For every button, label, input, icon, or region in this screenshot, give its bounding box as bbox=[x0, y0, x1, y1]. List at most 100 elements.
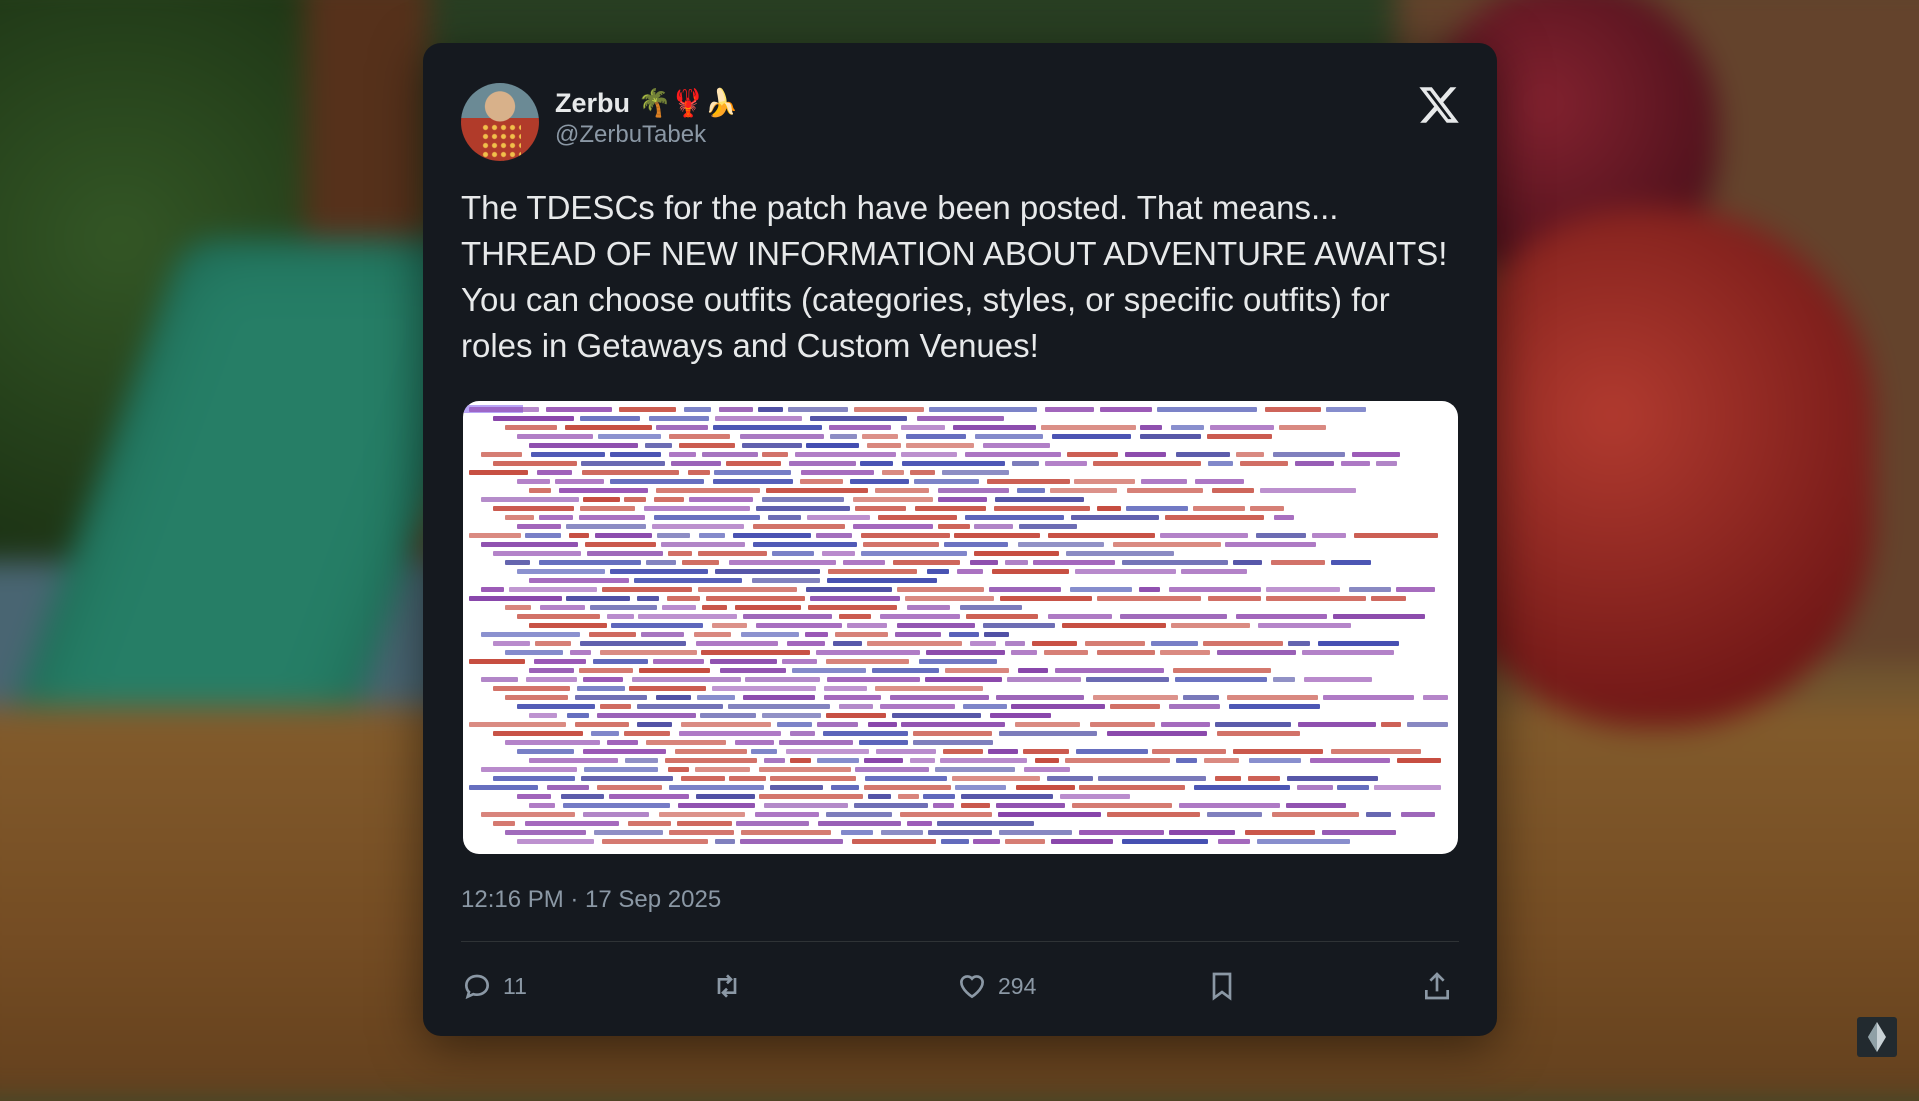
code-text-segment bbox=[944, 668, 1009, 673]
code-text-segment bbox=[1310, 758, 1391, 763]
code-text-segment bbox=[529, 578, 629, 583]
code-text-segment bbox=[854, 407, 924, 412]
code-text-segment bbox=[493, 776, 575, 781]
code-text-segment bbox=[1341, 461, 1370, 466]
code-text-segment bbox=[772, 551, 815, 556]
tweet-timestamp[interactable]: 12:16 PM · 17 Sep 2025 bbox=[461, 886, 721, 914]
reply-button[interactable]: 11 bbox=[461, 963, 527, 1009]
code-text-segment bbox=[665, 758, 758, 763]
code-text-segment bbox=[560, 794, 605, 799]
code-text-segment bbox=[481, 452, 522, 457]
code-text-segment bbox=[790, 731, 815, 736]
code-text-segment bbox=[648, 416, 710, 421]
code-text-segment bbox=[669, 785, 764, 790]
code-text-segment bbox=[1214, 722, 1292, 727]
code-text-segment bbox=[770, 785, 823, 790]
code-text-segment bbox=[1011, 704, 1106, 709]
share-button[interactable] bbox=[1421, 963, 1453, 1009]
code-text-segment bbox=[654, 515, 761, 520]
code-text-segment bbox=[838, 704, 873, 709]
code-text-segment bbox=[941, 839, 970, 844]
code-text-segment bbox=[1017, 668, 1049, 673]
code-text-segment bbox=[825, 812, 892, 817]
code-text-segment bbox=[924, 677, 1002, 682]
code-text-segment bbox=[1168, 830, 1236, 835]
code-text-segment bbox=[1005, 641, 1026, 646]
code-text-segment bbox=[830, 785, 860, 790]
code-text-segment bbox=[900, 425, 945, 430]
code-text-segment bbox=[1064, 758, 1170, 763]
code-text-segment bbox=[469, 659, 525, 664]
code-text-segment bbox=[727, 704, 830, 709]
code-text-segment bbox=[912, 740, 994, 745]
code-text-segment bbox=[988, 587, 1061, 592]
code-text-segment bbox=[1086, 677, 1169, 682]
code-text-segment bbox=[1271, 812, 1359, 817]
code-text-segment bbox=[1098, 776, 1207, 781]
code-text-segment bbox=[855, 506, 907, 511]
code-text-segment bbox=[505, 695, 569, 700]
code-text-segment bbox=[719, 407, 754, 412]
code-text-segment bbox=[1273, 515, 1295, 520]
code-text-segment bbox=[594, 830, 663, 835]
code-text-segment bbox=[602, 587, 692, 592]
code-text-segment bbox=[729, 776, 766, 781]
code-text-segment bbox=[1070, 587, 1133, 592]
code-text-segment bbox=[1279, 425, 1327, 430]
code-text-segment bbox=[1044, 650, 1088, 655]
code-text-segment bbox=[1169, 587, 1262, 592]
code-text-segment bbox=[863, 785, 951, 790]
tweet-media-image[interactable] bbox=[463, 401, 1458, 854]
code-text-segment bbox=[655, 425, 709, 430]
code-text-segment bbox=[481, 587, 504, 592]
avatar[interactable] bbox=[461, 83, 539, 161]
code-text-segment bbox=[823, 686, 867, 691]
code-text-segment bbox=[868, 794, 891, 799]
code-text-segment bbox=[872, 668, 940, 673]
code-text-segment bbox=[761, 497, 845, 502]
code-text-segment bbox=[1373, 785, 1441, 790]
code-text-segment bbox=[712, 686, 816, 691]
code-text-segment bbox=[1051, 434, 1132, 439]
code-text-segment bbox=[867, 722, 898, 727]
code-text-segment bbox=[860, 551, 967, 556]
code-text-segment bbox=[726, 461, 782, 466]
author-display-name[interactable]: Zerbu 🌴🦞🍌 bbox=[555, 87, 738, 119]
code-text-segment bbox=[481, 497, 580, 502]
code-text-segment bbox=[531, 452, 606, 457]
like-button[interactable]: 294 bbox=[956, 963, 1036, 1009]
repost-button[interactable] bbox=[711, 963, 743, 1009]
x-logo-icon[interactable] bbox=[1417, 83, 1461, 127]
code-text-segment bbox=[668, 830, 735, 835]
author-handle[interactable]: @ZerbuTabek bbox=[555, 121, 706, 149]
code-text-segment bbox=[517, 614, 600, 619]
code-text-segment bbox=[818, 821, 902, 826]
code-text-segment bbox=[715, 839, 736, 844]
code-text-segment bbox=[877, 515, 957, 520]
code-text-segment bbox=[892, 713, 982, 718]
code-text-segment bbox=[581, 461, 666, 466]
code-text-segment bbox=[909, 470, 935, 475]
code-text-segment bbox=[804, 632, 829, 637]
code-text-segment bbox=[992, 569, 1070, 574]
code-text-segment bbox=[1005, 560, 1028, 565]
code-text-segment bbox=[1336, 785, 1369, 790]
code-text-segment bbox=[505, 425, 558, 430]
code-text-segment bbox=[1017, 488, 1046, 493]
code-text-segment bbox=[850, 479, 910, 484]
heart-icon bbox=[959, 975, 985, 999]
code-text-segment bbox=[623, 731, 671, 736]
code-text-segment bbox=[861, 434, 899, 439]
code-text-segment bbox=[1067, 452, 1119, 457]
code-text-segment bbox=[1210, 425, 1274, 430]
code-text-segment bbox=[788, 461, 856, 466]
code-text-segment bbox=[907, 605, 950, 610]
code-text-segment bbox=[919, 659, 998, 664]
bookmark-button[interactable] bbox=[1206, 963, 1238, 1009]
plumbob-icon bbox=[1857, 1017, 1897, 1057]
code-text-segment bbox=[755, 506, 851, 511]
code-text-segment bbox=[777, 722, 813, 727]
code-text-segment bbox=[1092, 461, 1201, 466]
code-text-segment bbox=[675, 749, 747, 754]
code-text-segment bbox=[697, 587, 797, 592]
